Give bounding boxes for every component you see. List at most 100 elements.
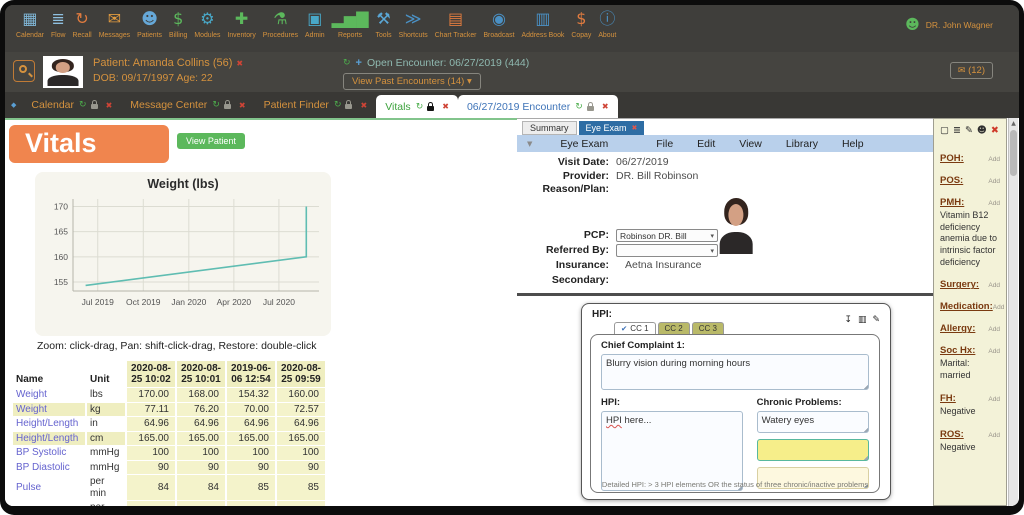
add-link[interactable]: Add [988,396,1000,403]
toolbar-item-address-book[interactable]: ▥Address Book [518,7,567,39]
unlock-icon[interactable] [91,104,98,109]
close-patient-icon[interactable]: ✖ [236,59,243,68]
menu-eye-exam[interactable]: Eye Exam [540,138,608,150]
toolbar-item-flow[interactable]: ≣Flow [48,7,69,39]
section-label[interactable]: FH: [940,393,956,404]
tab-encounter[interactable]: 06/27/2019 Encounter ↻ ✖ [458,95,618,118]
menu-edit[interactable]: Edit [697,138,715,150]
section-label[interactable]: Soc Hx: [940,345,975,356]
vital-name-link[interactable]: Height/Length [13,432,85,446]
section-label[interactable]: Medication: [940,301,993,312]
messages-button[interactable]: ✉ (12) [950,62,993,79]
toolbar-item-modules[interactable]: ⚙Modules [191,7,223,39]
chronic-problem-input-2[interactable] [757,439,869,461]
referred-by-select[interactable]: ▾ [616,244,718,257]
refresh-icon[interactable]: ↻ [334,100,342,110]
add-link[interactable]: Add [988,348,1000,355]
tab-eye-exam[interactable]: Eye Exam✖ [579,121,645,135]
close-icon[interactable]: ✖ [442,102,449,111]
menu-file[interactable]: File [656,138,673,150]
vital-name-link[interactable]: Weight [13,388,85,402]
add-link[interactable]: Add [988,432,1000,439]
close-icon[interactable]: ✖ [239,101,246,110]
close-icon[interactable]: ✖ [632,124,638,132]
toolbar-item-messages[interactable]: ✉Messages [96,7,133,39]
section-label[interactable]: PMH: [940,197,964,208]
view-past-encounters-button[interactable]: View Past Encounters (14) ▾ [343,73,481,90]
toolbar-item-admin[interactable]: ▣Admin [302,7,328,39]
toolbar-item-inventory[interactable]: ✚Inventory [224,7,258,39]
add-link[interactable]: Add [988,156,1000,163]
patient-photo[interactable] [43,56,83,88]
close-icon[interactable]: ✖ [991,125,999,136]
toolbar-item-tools[interactable]: ⚒Tools [373,7,395,39]
toolbar-item-calendar[interactable]: ▦Calendar [13,7,47,39]
view-patient-button[interactable]: View Patient [177,133,245,149]
add-link[interactable]: Add [988,178,1000,185]
records-stack-icon[interactable]: ≣ [953,125,961,136]
pen-icon[interactable]: ✎ [965,125,973,136]
toolbar-item-about[interactable]: ⓘAbout [595,7,619,39]
pcp-select[interactable]: Robinson DR. Bill▾ [616,229,718,242]
pen-icon[interactable]: ✎ [872,315,880,325]
menu-library[interactable]: Library [786,138,818,150]
tab-message-center[interactable]: Message Center ↻ ✖ [121,92,254,118]
toolbar-item-recall[interactable]: ↻Recall [70,7,95,39]
vital-name-link[interactable]: BP Systolic [13,446,85,460]
toolbar-item-shortcuts[interactable]: ≫Shortcuts [396,7,431,39]
tab-cc3[interactable]: CC 3 [692,322,724,334]
vertical-scrollbar[interactable]: ▲ [1008,118,1018,506]
section-label[interactable]: POH: [940,153,964,164]
section-label[interactable]: Surgery: [940,279,979,290]
tab-vitals[interactable]: Vitals ↻ ✖ [376,95,458,118]
close-icon[interactable]: ✖ [602,102,609,111]
document-icon[interactable]: ▢ [940,125,949,136]
vital-name-link[interactable]: Respiration [13,501,85,506]
vital-name-link[interactable]: Height/Length [13,417,85,431]
chief-complaint-input[interactable]: Blurry vision during morning hours [601,354,869,390]
toolbar-item-broadcast[interactable]: ◉Broadcast [480,7,517,39]
add-link[interactable]: Add [988,200,1000,207]
tab-calendar[interactable]: Calendar ↻ ✖ [22,92,121,118]
menu-view[interactable]: View [739,138,762,150]
section-label[interactable]: ROS: [940,429,964,440]
tab-cc2[interactable]: CC 2 [658,322,690,334]
toolbar-item-chart-tracker[interactable]: ▤Chart Tracker [432,7,480,39]
current-user[interactable]: ☻ DR. John Wagner [905,17,993,33]
trash-icon[interactable]: ▥ [858,315,867,325]
chronic-problem-input-1[interactable]: Watery eyes [757,411,869,433]
add-link[interactable]: Add [988,282,1000,289]
tab-patient-finder[interactable]: Patient Finder ↻ ✖ [255,92,377,118]
toolbar-item-reports[interactable]: ▂▅▇Reports [329,7,372,39]
menu-help[interactable]: Help [842,138,864,150]
vital-name-link[interactable]: Pulse [13,475,85,500]
close-icon[interactable]: ✖ [106,101,113,110]
vital-name-link[interactable]: Weight [13,403,85,417]
tab-cc1[interactable]: ✔CC 1 [614,322,656,334]
refresh-icon[interactable]: ↻ [575,102,583,112]
unlock-icon[interactable] [587,106,594,111]
toolbar-item-patients[interactable]: ☻Patients [134,7,165,39]
toolbar-item-billing[interactable]: $Billing [166,7,190,39]
download-icon[interactable]: ↧ [844,315,852,325]
add-encounter-icon[interactable]: + [356,57,362,69]
close-icon[interactable]: ✖ [360,101,367,110]
unlock-icon[interactable] [345,104,352,109]
section-label[interactable]: POS: [940,175,963,186]
scroll-up-icon[interactable]: ▲ [1009,120,1018,127]
tab-summary[interactable]: Summary [522,121,577,135]
section-label[interactable]: Allergy: [940,323,975,334]
refresh-icon[interactable]: ↻ [212,100,220,110]
patient-search-button[interactable] [13,60,35,82]
add-link[interactable]: Add [988,326,1000,333]
unlock-icon[interactable] [224,104,231,109]
refresh-icon[interactable]: ↻ [416,102,424,112]
person-icon[interactable]: ☻ [977,125,987,136]
refresh-icon[interactable]: ↻ [79,100,87,110]
toolbar-item-procedures[interactable]: ⚗Procedures [260,7,301,39]
refresh-encounter-icon[interactable]: ↻ [343,58,351,68]
toolbar-item-copay[interactable]: $Copay [568,7,594,39]
add-link[interactable]: Add [993,304,1005,311]
tabs-menu-icon[interactable]: ◆ [11,101,16,109]
vital-name-link[interactable]: BP Diastolic [13,461,85,475]
